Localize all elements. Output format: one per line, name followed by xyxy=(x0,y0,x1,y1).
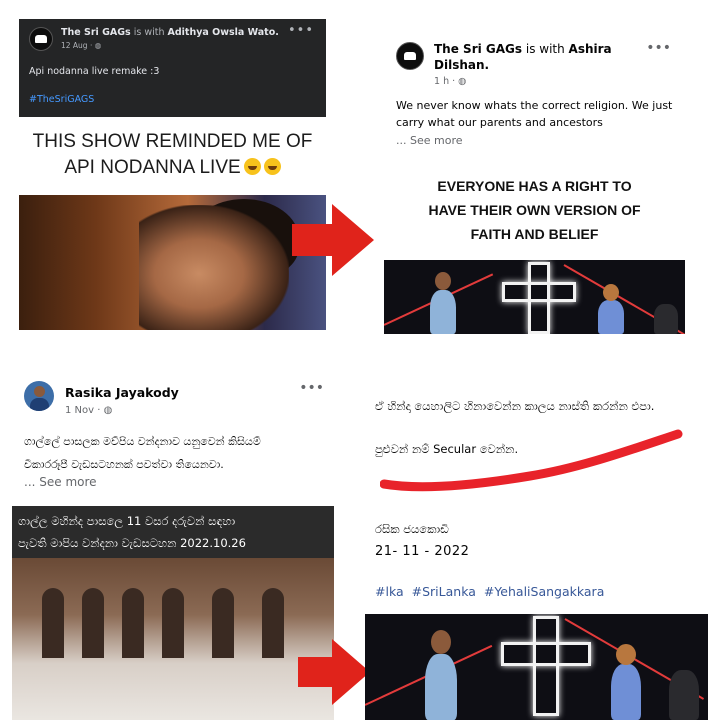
with-label: is with xyxy=(133,27,165,38)
red-underline-scribble xyxy=(380,429,683,492)
hall-window xyxy=(212,588,234,658)
post-text-line-1: ඒ හින්දා යෙහාලිට හිනාවෙන්න කාලය නාස්ති ක… xyxy=(375,399,655,413)
red-arrow-icon xyxy=(292,204,374,276)
page-avatar[interactable] xyxy=(396,42,424,70)
speaker-head xyxy=(431,630,451,654)
meme-line-1: THIS SHOW REMINDED ME OF xyxy=(32,131,313,152)
page-name-link[interactable]: The Sri GAGs xyxy=(434,42,522,56)
glowing-cross-bar xyxy=(501,642,591,666)
meme-line-3: FAITH AND BELIEF xyxy=(470,226,599,242)
meme-caption: EVERYONE HAS A RIGHT TO HAVE THEIR OWN V… xyxy=(384,174,685,246)
school-hall-photo[interactable] xyxy=(12,558,334,720)
meme-caption: THIS SHOW REMINDED ME OF API NODANNA LIV… xyxy=(19,129,326,181)
see-more-link[interactable]: ... See more xyxy=(24,475,97,489)
boy-figure xyxy=(598,300,624,334)
timestamp-text: 12 Aug · xyxy=(61,41,95,50)
post-timestamp[interactable]: 1 h · ◍ xyxy=(434,76,466,87)
hashtag-link[interactable]: #lka xyxy=(375,584,404,599)
boy-head xyxy=(616,644,636,665)
boy-head xyxy=(603,284,619,301)
meme-line-1: EVERYONE HAS A RIGHT TO xyxy=(437,178,632,194)
post-text-line-2: වීකාරරූපී වැඩසටහනක් පවත්වා තියෙනවා. xyxy=(24,458,224,471)
red-arrow-icon xyxy=(298,639,370,705)
hall-window xyxy=(82,588,104,658)
post-text-continuation: ඒ හින්දා යෙහාලිට හිනාවෙන්න කාලය නාස්ති ක… xyxy=(365,374,708,720)
audience-figure xyxy=(654,304,678,334)
hall-window xyxy=(42,588,64,658)
author-avatar[interactable] xyxy=(24,381,54,411)
globe-icon: ◍ xyxy=(103,405,113,416)
post-rasika-jayakody: Rasika Jayakody 1 Nov · ◍ ••• ගාල්ලේ පාස… xyxy=(12,376,334,720)
tagged-user-link[interactable]: Adithya Owsla Wato. xyxy=(168,27,279,38)
post-text: ගාල්ලේ පාසලක මව්පිය වන්දනාව යනුවෙන් කිසි… xyxy=(24,430,324,476)
speaker-figure xyxy=(430,290,456,334)
laughing-emoji-icon xyxy=(243,158,261,175)
author-signature: රසික ජයකොඩි xyxy=(375,522,449,536)
stage-cross-photo[interactable] xyxy=(384,260,685,334)
timestamp-text: 1 h · xyxy=(434,76,459,87)
page-name-link[interactable]: The Sri GAGs xyxy=(61,27,131,38)
speaker-figure xyxy=(425,654,457,720)
post-timestamp[interactable]: 1 Nov · ◍ xyxy=(65,405,112,416)
globe-icon: ◍ xyxy=(94,41,102,50)
hashtag-link[interactable]: #TheSriGAGS xyxy=(29,94,94,105)
with-label: is with xyxy=(525,42,565,56)
laughing-emoji-icon xyxy=(263,158,281,175)
hashtag-list: #lka #SriLanka #YehaliSangakkara xyxy=(375,584,608,599)
post-header-text: The Sri GAGs is with Adithya Owsla Wato. xyxy=(61,27,279,38)
timestamp-text: 1 Nov · xyxy=(65,405,104,416)
post-the-sri-gags-religion: The Sri GAGs is with Ashira Dilshan. 1 h… xyxy=(384,34,685,334)
hashtag-link[interactable]: #SriLanka xyxy=(412,584,476,599)
author-name-link[interactable]: Rasika Jayakody xyxy=(65,385,179,400)
banner-line-2: පැවති මාපිය වන්දනා වැඩසටහන 2022.10.26 xyxy=(18,536,246,550)
audience-figure xyxy=(669,670,699,720)
post-date: 21- 11 - 2022 xyxy=(375,544,470,559)
more-options-icon[interactable]: ••• xyxy=(288,23,314,38)
hall-window xyxy=(122,588,144,658)
globe-icon: ◍ xyxy=(458,76,467,87)
page-avatar[interactable] xyxy=(29,27,53,51)
meme-line-2: API NODANNA LIVE xyxy=(64,157,241,178)
post-timestamp[interactable]: 12 Aug · ◍ xyxy=(61,41,101,50)
news-banner: ගාල්ල මහින්ද පාසලෙ 11 වසර දරුවන් සඳහා පැ… xyxy=(12,506,334,558)
boy-figure xyxy=(611,664,641,720)
see-more-link[interactable]: ... See more xyxy=(396,134,463,147)
hall-window xyxy=(262,588,284,658)
stage-cross-photo[interactable] xyxy=(365,614,708,720)
photo-woman-face xyxy=(139,205,289,330)
more-options-icon[interactable]: ••• xyxy=(646,40,671,56)
banner-line-1: ගාල්ල මහින්ද පාසලෙ 11 වසර දරුවන් සඳහා xyxy=(18,514,236,528)
post-text: We never know whats the correct religion… xyxy=(396,99,673,129)
glowing-cross-bar xyxy=(502,282,576,302)
meme-line-2: HAVE THEIR OWN VERSION OF xyxy=(428,202,641,218)
post-text-line-1: ගාල්ලේ පාසලක මව්පිය වන්දනාව යනුවෙන් කිසි… xyxy=(24,435,261,448)
glowing-cross xyxy=(533,616,559,716)
post-the-sri-gags-api-nodanna: The Sri GAGs is with Adithya Owsla Wato.… xyxy=(19,19,326,330)
hashtag-link[interactable]: #YehaliSangakkara xyxy=(484,584,605,599)
post-header-text: The Sri GAGs is with Ashira Dilshan. xyxy=(434,41,624,73)
more-options-icon[interactable]: ••• xyxy=(299,380,324,396)
speaker-head xyxy=(435,272,451,290)
post-text: Api nodanna live remake :3 xyxy=(29,66,160,77)
hall-window xyxy=(162,588,184,658)
